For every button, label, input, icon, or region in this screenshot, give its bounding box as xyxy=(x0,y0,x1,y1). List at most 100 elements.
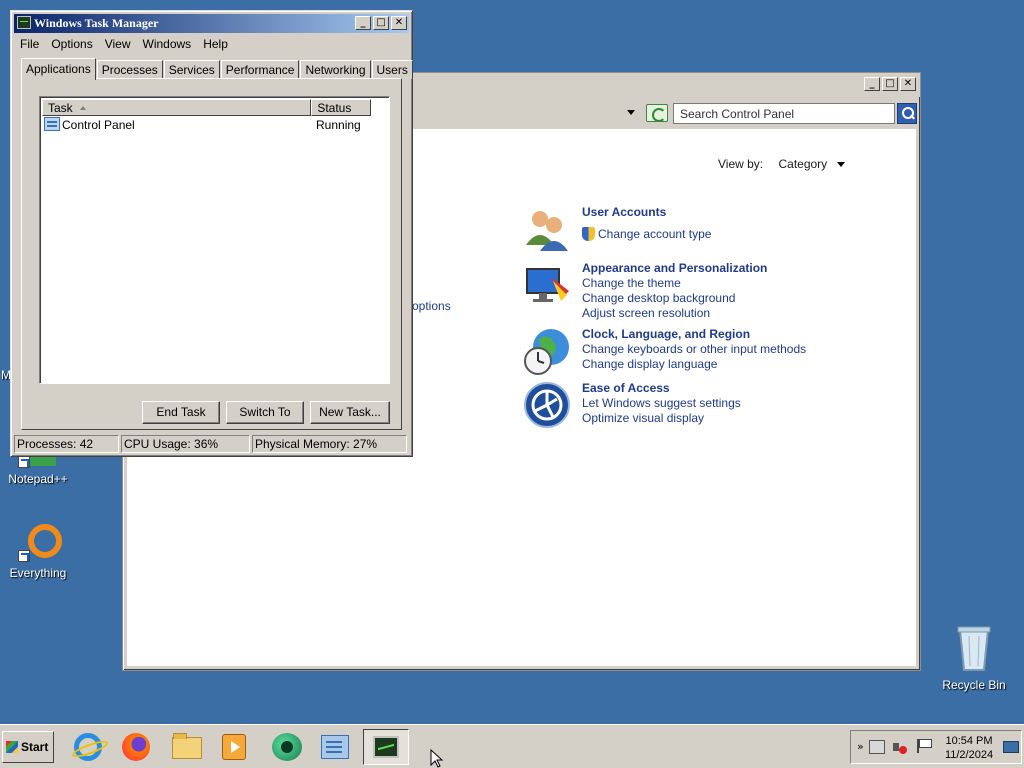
category-link[interactable]: Adjust screen resolution xyxy=(582,306,842,321)
tab-networking[interactable]: Networking xyxy=(300,60,371,79)
menu-windows[interactable]: Windows xyxy=(137,35,198,53)
task-list-header: Task Status xyxy=(42,99,371,116)
tab-processes[interactable]: Processes xyxy=(96,60,163,79)
windows-logo-icon xyxy=(6,741,18,753)
taskbar-firefox[interactable] xyxy=(116,729,156,765)
volume-muted-icon[interactable] xyxy=(893,740,907,754)
partial-link[interactable]: options xyxy=(412,299,451,313)
category-link[interactable]: Change display language xyxy=(582,357,842,372)
taskbar-media-player[interactable] xyxy=(214,729,254,765)
close-button[interactable]: ✕ xyxy=(900,77,916,91)
show-hidden-icons-button[interactable]: » xyxy=(857,740,864,753)
minimize-button[interactable]: _ xyxy=(355,16,371,30)
internet-explorer-icon xyxy=(74,733,102,761)
category-link[interactable]: Change the theme xyxy=(582,276,842,291)
category-heading[interactable]: Clock, Language, and Region xyxy=(582,327,842,342)
appearance-icon[interactable] xyxy=(523,261,573,311)
status-bar: Processes: 42 CPU Usage: 36% Physical Me… xyxy=(14,435,409,453)
taskbar-task-manager[interactable] xyxy=(363,729,409,765)
control-panel-icon xyxy=(44,117,60,131)
task-status: Running xyxy=(316,118,361,132)
menu-help[interactable]: Help xyxy=(197,35,234,53)
category-link[interactable]: Let Windows suggest settings xyxy=(582,396,842,411)
menu-bar: File Options View Windows Help xyxy=(14,35,409,53)
view-by: View by: Category xyxy=(718,157,845,171)
taskbar-file-explorer[interactable] xyxy=(166,729,206,765)
task-name: Control Panel xyxy=(62,118,135,132)
end-task-button[interactable]: End Task xyxy=(142,401,220,424)
show-desktop-icon[interactable] xyxy=(1003,741,1019,753)
user-accounts-icon[interactable] xyxy=(523,205,573,255)
file-explorer-icon xyxy=(172,733,202,759)
media-player-icon xyxy=(222,734,246,760)
action-center-flag-icon[interactable] xyxy=(917,739,932,753)
uac-shield-icon xyxy=(582,227,595,241)
applications-panel: Task Status Control Panel Running End Ta… xyxy=(21,78,402,430)
search-input[interactable]: Search Control Panel xyxy=(673,103,895,124)
column-header-task[interactable]: Task xyxy=(42,99,312,116)
taskbar-internet-explorer[interactable] xyxy=(68,729,108,765)
category-link[interactable]: Optimize visual display xyxy=(582,411,842,426)
desktop-icon-label: Everything xyxy=(9,566,67,580)
task-manager-icon xyxy=(373,736,399,758)
task-manager-titlebar[interactable]: Windows Task Manager _ □ ✕ xyxy=(14,14,409,33)
window-title: Windows Task Manager xyxy=(34,16,159,30)
sort-ascending-icon xyxy=(80,106,86,110)
start-button[interactable]: Start xyxy=(2,731,54,763)
desktop-icon-recycle-bin[interactable]: Recycle Bin xyxy=(936,624,1012,692)
table-row[interactable]: Control Panel Running xyxy=(44,117,374,133)
category-link[interactable]: Change account type xyxy=(582,227,842,242)
minimize-button[interactable]: _ xyxy=(864,77,880,91)
everything-icon xyxy=(18,522,62,562)
network-icon[interactable] xyxy=(869,740,885,754)
shortcut-arrow-icon xyxy=(18,550,30,562)
maximize-button[interactable]: □ xyxy=(882,77,898,91)
tab-users[interactable]: Users xyxy=(371,60,413,79)
category-link[interactable]: Change keyboards or other input methods xyxy=(582,342,842,357)
taskbar-control-panel[interactable] xyxy=(314,729,360,765)
status-memory: Physical Memory: 27% xyxy=(252,435,407,453)
search-icon[interactable] xyxy=(897,103,917,124)
desktop-icon-label: Notepad++ xyxy=(8,472,68,486)
category-heading[interactable]: Appearance and Personalization xyxy=(582,261,842,276)
switch-to-button[interactable]: Switch To xyxy=(226,401,304,424)
taskbar: Start » 10:54 PM 11/2/2024 xyxy=(0,724,1024,768)
new-task-button[interactable]: New Task... xyxy=(310,401,390,424)
task-manager-app-icon xyxy=(17,16,31,29)
tab-strip: Applications Processes Services Performa… xyxy=(21,57,414,80)
close-button[interactable]: ✕ xyxy=(391,16,407,30)
clock-date: 11/2/2024 xyxy=(944,749,994,761)
view-by-dropdown[interactable]: Category xyxy=(778,157,827,171)
category-heading[interactable]: Ease of Access xyxy=(582,381,842,396)
tab-applications[interactable]: Applications xyxy=(21,58,96,80)
task-list[interactable]: Task Status Control Panel Running xyxy=(39,96,390,384)
column-header-status[interactable]: Status xyxy=(311,99,371,116)
address-dropdown-icon[interactable] xyxy=(627,110,635,115)
menu-file[interactable]: File xyxy=(14,35,45,53)
green-app-icon xyxy=(272,733,302,761)
task-manager-window[interactable]: Windows Task Manager _ □ ✕ File Options … xyxy=(10,10,413,457)
refresh-icon[interactable] xyxy=(646,104,668,122)
category-heading[interactable]: User Accounts xyxy=(582,205,842,220)
clock[interactable]: 10:54 PM 11/2/2024 xyxy=(941,734,997,762)
ease-of-access-icon[interactable] xyxy=(523,381,573,431)
status-cpu: CPU Usage: 36% xyxy=(121,435,250,453)
status-processes: Processes: 42 xyxy=(14,435,119,453)
clock-time: 10:54 PM xyxy=(945,735,993,747)
tab-services[interactable]: Services xyxy=(163,60,220,79)
chevron-down-icon[interactable] xyxy=(836,162,845,168)
taskbar-green-app[interactable] xyxy=(266,729,306,765)
desktop-icon-everything[interactable]: Everything xyxy=(0,522,76,580)
shortcut-arrow-icon xyxy=(18,456,30,468)
clock-globe-icon[interactable] xyxy=(523,327,573,377)
menu-view[interactable]: View xyxy=(99,35,137,53)
category-link[interactable]: Change desktop background xyxy=(582,291,842,306)
firefox-icon xyxy=(122,733,150,761)
control-panel-icon xyxy=(321,735,349,759)
maximize-button[interactable]: □ xyxy=(373,16,389,30)
desktop-icon-label: Recycle Bin xyxy=(942,678,1006,692)
system-tray: » 10:54 PM 11/2/2024 xyxy=(850,730,1022,764)
view-by-label: View by: xyxy=(718,157,764,171)
menu-options[interactable]: Options xyxy=(45,35,98,53)
tab-performance[interactable]: Performance xyxy=(220,60,300,79)
